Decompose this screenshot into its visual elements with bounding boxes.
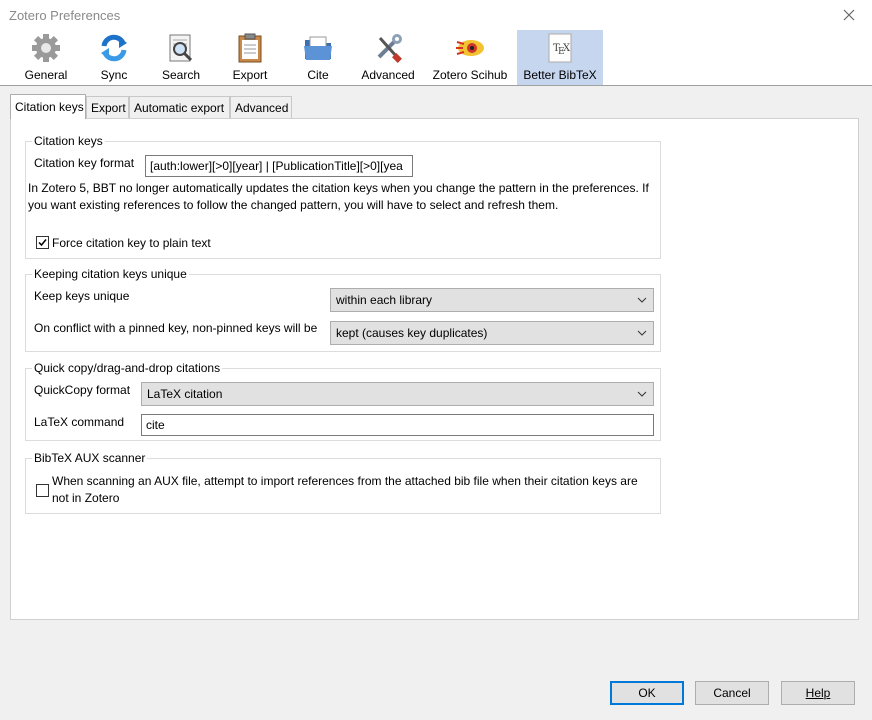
- quickcopy-format-select[interactable]: LaTeX citation: [141, 382, 654, 406]
- toolbar-search-button[interactable]: Search: [159, 30, 203, 85]
- toolbar-betterbibtex-button[interactable]: T E X Better BibTeX: [517, 30, 603, 85]
- aux-scanner-group-title: BibTeX AUX scanner: [32, 451, 148, 465]
- tab-panel: Citation keys Citation key format [auth:…: [10, 118, 859, 620]
- latex-command-input[interactable]: cite: [141, 414, 654, 436]
- window-title: Zotero Preferences: [9, 8, 121, 23]
- latex-command-label: LaTeX command: [34, 415, 125, 429]
- tab-citation-keys[interactable]: Citation keys: [10, 94, 86, 119]
- close-icon: [843, 9, 855, 21]
- toolbar-sync-button[interactable]: Sync: [92, 30, 136, 85]
- tab-export[interactable]: Export: [86, 96, 129, 118]
- toolbar-scihub-label: Zotero Scihub: [432, 68, 508, 82]
- title-bar: Zotero Preferences: [0, 0, 872, 30]
- chevron-down-icon: [637, 297, 647, 303]
- aux-import-checkbox[interactable]: [36, 484, 49, 497]
- chevron-down-icon: [637, 391, 647, 397]
- tex-icon: T E X: [548, 33, 572, 63]
- unique-keys-group: Keeping citation keys unique Keep keys u…: [25, 267, 661, 352]
- citation-key-format-input[interactable]: [auth:lower][>0][year] | [PublicationTit…: [145, 155, 413, 177]
- tools-icon: [377, 34, 402, 63]
- force-plain-text-label: Force citation key to plain text: [52, 236, 211, 250]
- keep-keys-unique-label: Keep keys unique: [34, 289, 130, 303]
- citation-keys-group-title: Citation keys: [32, 134, 105, 148]
- citation-key-info-text: In Zotero 5, BBT no longer automatically…: [28, 181, 649, 212]
- scihub-icon: [456, 40, 484, 56]
- toolbar-scihub-button[interactable]: Zotero Scihub: [430, 30, 510, 85]
- toolbar-export-label: Export: [232, 68, 268, 82]
- citation-keys-group: Citation keys Citation key format [auth:…: [25, 134, 661, 259]
- quickcopy-format-value: LaTeX citation: [147, 387, 223, 401]
- toolbar-export-button[interactable]: Export: [228, 30, 272, 85]
- cancel-button[interactable]: Cancel: [695, 681, 769, 705]
- pinned-conflict-value: kept (causes key duplicates): [336, 326, 488, 340]
- chevron-down-icon: [637, 330, 647, 336]
- help-button-label: Help: [805, 686, 831, 700]
- toolbar-advanced-button[interactable]: Advanced: [359, 30, 417, 85]
- clipboard-icon: [238, 33, 262, 63]
- quickcopy-group-title: Quick copy/drag-and-drop citations: [32, 361, 223, 375]
- search-icon: [169, 34, 193, 62]
- tab-automatic-export[interactable]: Automatic export: [129, 96, 230, 118]
- toolbar-betterbibtex-label: Better BibTeX: [523, 68, 597, 82]
- tab-advanced[interactable]: Advanced: [230, 96, 292, 118]
- toolbar-search-label: Search: [161, 68, 201, 82]
- aux-import-label: When scanning an AUX file, attempt to im…: [52, 474, 638, 505]
- checkmark-icon: [38, 239, 47, 247]
- gear-icon: [32, 34, 60, 62]
- toolbar-cite-button[interactable]: Cite: [296, 30, 340, 85]
- quickcopy-group: Quick copy/drag-and-drop citations Quick…: [25, 361, 661, 441]
- toolbar-general-label: General: [24, 68, 68, 82]
- aux-scanner-group: BibTeX AUX scanner When scanning an AUX …: [25, 451, 661, 514]
- toolbar-advanced-label: Advanced: [361, 68, 415, 82]
- toolbar-cite-label: Cite: [307, 68, 329, 82]
- quickcopy-format-label: QuickCopy format: [34, 383, 131, 397]
- ok-button[interactable]: OK: [610, 681, 684, 705]
- toolbar-general-button[interactable]: General: [22, 30, 70, 85]
- citation-key-format-label: Citation key format: [34, 156, 135, 170]
- folder-icon: [304, 36, 332, 60]
- unique-keys-group-title: Keeping citation keys unique: [32, 267, 189, 281]
- sync-icon: [101, 34, 127, 62]
- force-plain-text-checkbox[interactable]: [36, 236, 49, 249]
- toolbar-sync-label: Sync: [100, 68, 128, 82]
- keep-keys-unique-select[interactable]: within each library: [330, 288, 654, 312]
- svg-text:X: X: [563, 43, 571, 54]
- help-button[interactable]: Help: [781, 681, 855, 705]
- preferences-toolbar: General Sync Search Export Cite Advanced…: [0, 30, 872, 86]
- pinned-conflict-select[interactable]: kept (causes key duplicates): [330, 321, 654, 345]
- pinned-conflict-label: On conflict with a pinned key, non-pinne…: [34, 321, 318, 335]
- close-button[interactable]: [826, 0, 872, 30]
- keep-keys-unique-value: within each library: [336, 293, 433, 307]
